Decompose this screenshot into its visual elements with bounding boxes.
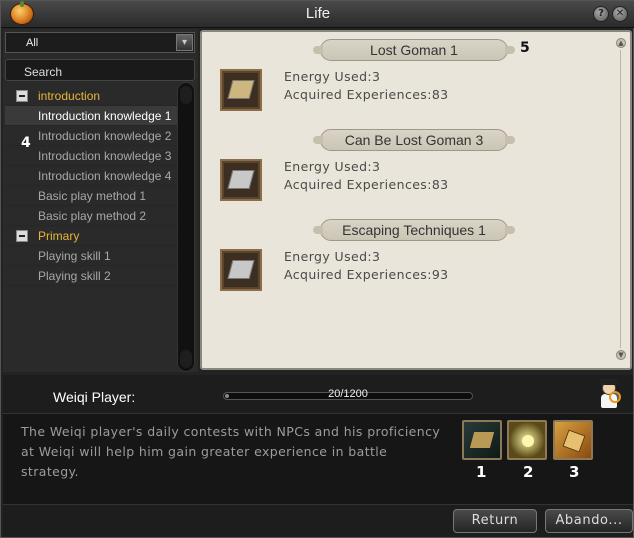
minus-icon[interactable] bbox=[16, 90, 28, 102]
npc-hat bbox=[599, 379, 619, 385]
scroll-up-cap[interactable] bbox=[180, 86, 192, 104]
list-item[interactable]: Playing skill 2 bbox=[5, 266, 177, 286]
title-bar[interactable]: Life ? ✕ bbox=[1, 1, 634, 28]
npc-magnifier-icon[interactable] bbox=[595, 379, 623, 409]
entry-info: Energy Used:3 Acquired Experiences:83 bbox=[284, 68, 449, 104]
recipe-panel: 5 Lost Goman 1 Energy Used:3 Acquired Ex… bbox=[200, 30, 632, 370]
entry-info: Energy Used:3 Acquired Experiences:93 bbox=[284, 248, 449, 284]
energy-used: Energy Used:3 bbox=[284, 69, 381, 84]
filter-dropdown[interactable]: All ▾ bbox=[5, 32, 195, 53]
entry-title: Lost Goman 1 bbox=[313, 39, 515, 61]
list-item[interactable]: Introduction knowledge 1 bbox=[5, 106, 177, 126]
annotation-marker-1: 1 bbox=[476, 463, 487, 481]
skill-glyph bbox=[469, 432, 495, 448]
scroll-track[interactable] bbox=[620, 50, 621, 348]
board-icon[interactable] bbox=[220, 69, 262, 111]
list-item[interactable]: Introduction knowledge 4 bbox=[5, 166, 177, 186]
minus-icon[interactable] bbox=[16, 230, 28, 242]
category-label: Primary bbox=[38, 229, 80, 243]
entry-title: Escaping Techniques 1 bbox=[313, 219, 515, 241]
close-icon[interactable]: ✕ bbox=[612, 6, 628, 22]
category-label: introduction bbox=[38, 89, 101, 103]
abandon-button[interactable]: Abando... bbox=[545, 509, 633, 533]
board-shape bbox=[227, 80, 255, 99]
skill-board-icon[interactable] bbox=[462, 420, 502, 460]
list-item[interactable]: Basic play method 1 bbox=[5, 186, 177, 206]
annotation-marker-3: 3 bbox=[569, 463, 580, 481]
scroll-down-cap[interactable] bbox=[180, 350, 192, 368]
sidebar: All ▾ Search introduction Introduction k… bbox=[3, 29, 198, 372]
recipe-tree: introduction Introduction knowledge 1 In… bbox=[5, 86, 177, 286]
acquired-exp: Acquired Experiences:83 bbox=[284, 87, 449, 102]
help-icon[interactable]: ? bbox=[593, 6, 609, 22]
energy-used: Energy Used:3 bbox=[284, 249, 381, 264]
search-input[interactable]: Search bbox=[5, 59, 195, 81]
magnifier-lens bbox=[609, 391, 621, 403]
return-button[interactable]: Return bbox=[453, 509, 537, 533]
progress-text: 20/1200 bbox=[328, 388, 368, 400]
profession-panel: Weiqi Player: 20/1200 The Weiqi player's… bbox=[3, 375, 633, 537]
board-icon[interactable] bbox=[220, 249, 262, 291]
annotation-marker-4: 4 bbox=[21, 135, 31, 151]
window-title: Life bbox=[305, 5, 331, 22]
category-primary[interactable]: Primary bbox=[5, 226, 177, 246]
scroll-down-icon[interactable]: ▼ bbox=[616, 350, 626, 360]
skill-light-icon[interactable] bbox=[507, 420, 547, 460]
board-shape bbox=[227, 170, 255, 189]
profession-label: Weiqi Player: bbox=[53, 389, 136, 405]
skill-scroll-icon[interactable] bbox=[553, 420, 593, 460]
category-introduction[interactable]: introduction bbox=[5, 86, 177, 106]
chevron-down-icon[interactable]: ▾ bbox=[176, 34, 193, 51]
skill-glyph bbox=[562, 429, 586, 453]
scroll-up-icon[interactable]: ▲ bbox=[616, 38, 626, 48]
annotation-marker-5: 5 bbox=[520, 40, 530, 56]
filter-value: All bbox=[26, 37, 39, 49]
acquired-exp: Acquired Experiences:83 bbox=[284, 177, 449, 192]
energy-used: Energy Used:3 bbox=[284, 159, 381, 174]
annotation-marker-2: 2 bbox=[523, 463, 534, 481]
profession-description: The Weiqi player's daily contests with N… bbox=[21, 424, 441, 479]
list-item[interactable]: Playing skill 1 bbox=[5, 246, 177, 266]
acquired-exp: Acquired Experiences:93 bbox=[284, 267, 449, 282]
panel-scrollbar[interactable]: ▲ ▼ bbox=[616, 38, 626, 360]
board-icon[interactable] bbox=[220, 159, 262, 201]
entry-title: Can Be Lost Goman 3 bbox=[313, 129, 515, 151]
sidebar-scrollbar[interactable] bbox=[177, 82, 195, 372]
life-window: Life ? ✕ All ▾ Search introduction Intro… bbox=[0, 0, 634, 538]
board-shape bbox=[227, 260, 255, 279]
entry-info: Energy Used:3 Acquired Experiences:83 bbox=[284, 158, 449, 194]
list-item[interactable]: Basic play method 2 bbox=[5, 206, 177, 226]
skill-glyph bbox=[522, 435, 534, 447]
